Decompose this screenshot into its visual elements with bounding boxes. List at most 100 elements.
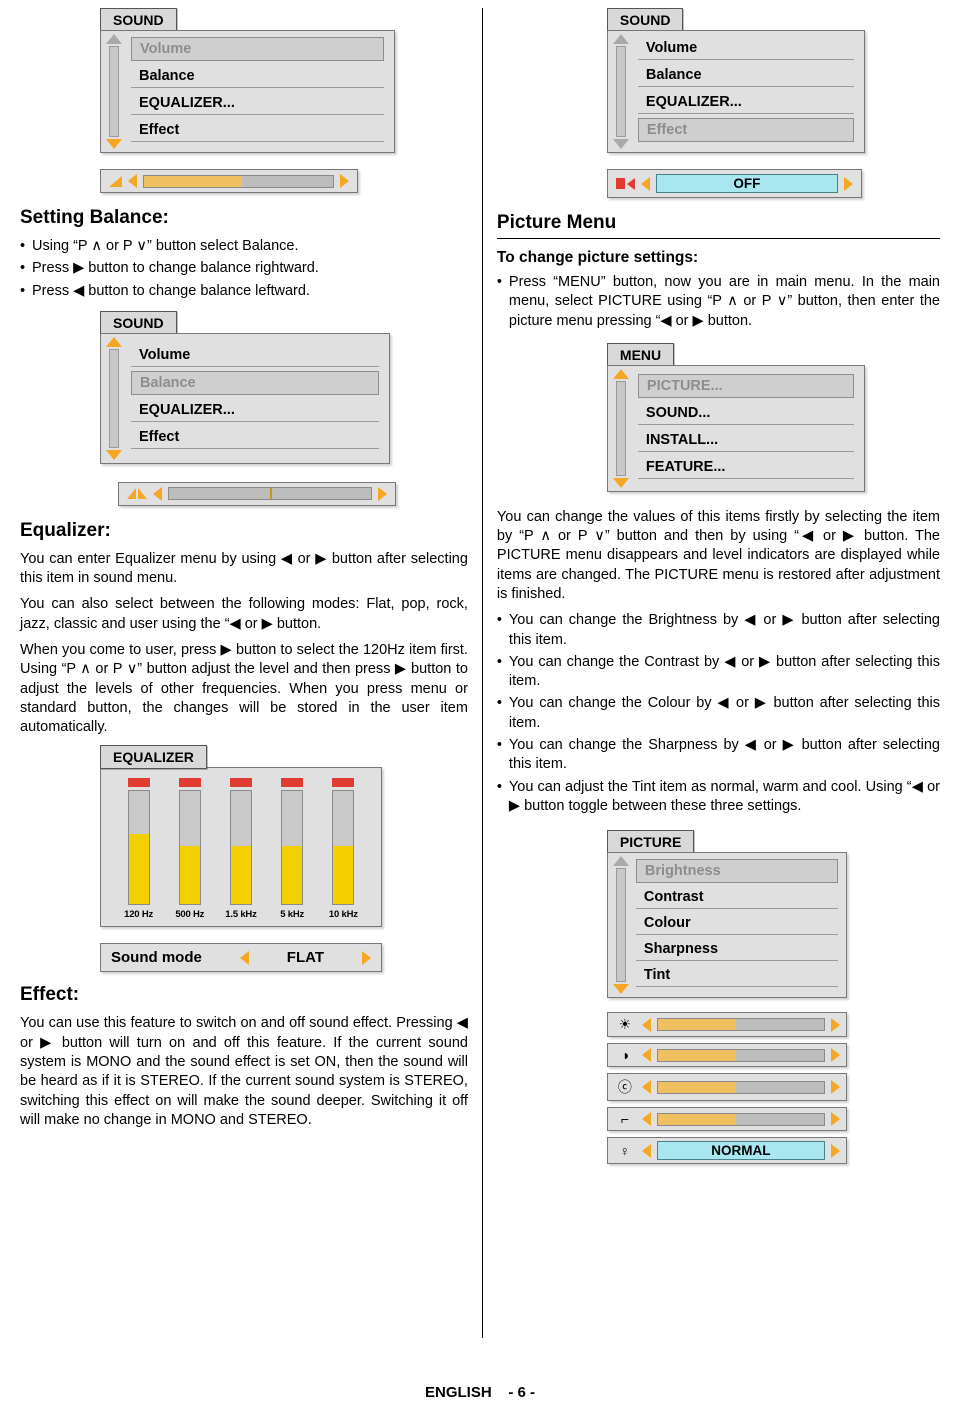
right-arrow-icon-c[interactable] — [830, 1048, 840, 1063]
scroll-down-icon[interactable] — [106, 139, 122, 149]
scroll-up-icon-2[interactable] — [106, 336, 122, 347]
scroll-track[interactable] — [109, 46, 119, 137]
osd-tab-equalizer: EQUALIZER — [100, 745, 207, 770]
sound-mode-left-arrow-icon[interactable] — [239, 950, 249, 965]
colour-slider-row[interactable]: ⓒ — [606, 1073, 847, 1102]
right-arrow-icon-2[interactable] — [378, 486, 387, 501]
balance-slider-row[interactable] — [118, 481, 396, 506]
osd-item-install[interactable]: INSTALL... — [637, 429, 854, 452]
osd-item-contrast[interactable]: Contrast — [635, 886, 838, 910]
sharpness-gauge[interactable] — [656, 1112, 825, 1126]
right-arrow-icon-t[interactable] — [830, 1143, 840, 1158]
colour-gauge[interactable] — [656, 1080, 825, 1094]
scroll-up-icon-4[interactable] — [612, 368, 629, 379]
picture-bullet-0: You can change the Brightness by ◀ or ▶ … — [497, 611, 940, 650]
brightness-gauge[interactable] — [656, 1018, 825, 1032]
osd-item-balance-2[interactable]: Balance — [131, 370, 379, 395]
sharpness-slider-row[interactable]: ⌐ — [606, 1107, 847, 1132]
sound-mode-value: FLAT — [286, 949, 325, 967]
eq-band[interactable]: 10 kHz — [321, 778, 365, 920]
osd-item-balance[interactable]: Balance — [131, 65, 384, 88]
right-arrow-icon-b[interactable] — [830, 1017, 840, 1032]
scroll-up-icon-3[interactable] — [612, 34, 629, 44]
right-arrow-icon-s[interactable] — [830, 1112, 840, 1127]
osd-item-equalizer-2[interactable]: EQUALIZER... — [131, 399, 379, 422]
colour-icon: ⓒ — [617, 1079, 632, 1096]
sound-mode-right-arrow-icon[interactable] — [362, 950, 371, 965]
scroll-down-icon-4[interactable] — [612, 477, 629, 488]
osd-item-effect-2[interactable]: Effect — [131, 426, 379, 449]
balance-gauge[interactable] — [168, 487, 372, 501]
scroll-up-icon[interactable] — [106, 34, 122, 44]
scrollbar[interactable] — [101, 31, 127, 152]
scroll-down-icon-5[interactable] — [612, 984, 629, 995]
contrast-slider-row[interactable]: ◑ — [606, 1043, 847, 1068]
tint-value-row[interactable]: ♀ NORMAL — [606, 1137, 847, 1165]
scroll-track-3[interactable] — [615, 46, 626, 137]
footer-page-number: - 6 - — [508, 1384, 536, 1401]
scroll-down-icon-3[interactable] — [612, 139, 629, 149]
scroll-track-4[interactable] — [615, 380, 626, 476]
scrollbar-2[interactable] — [101, 334, 127, 463]
left-arrow-icon-2[interactable] — [153, 486, 162, 501]
eq-band[interactable]: 120 Hz — [117, 778, 161, 920]
volume-gauge[interactable] — [143, 174, 334, 188]
osd-item-colour[interactable]: Colour — [635, 912, 838, 936]
effect-value-row[interactable]: OFF — [606, 169, 862, 198]
eq-band[interactable]: 5 kHz — [270, 778, 314, 920]
eq-cap-icon — [332, 778, 355, 788]
left-arrow-icon-b[interactable] — [641, 1017, 651, 1032]
scrollbar-3[interactable] — [608, 31, 634, 152]
osd-item-equalizer-3[interactable]: EQUALIZER... — [637, 91, 854, 114]
osd-item-balance-3[interactable]: Balance — [637, 64, 854, 87]
picture-bullet-4: You can adjust the Tint item as normal, … — [497, 778, 940, 817]
scroll-track-2[interactable] — [109, 348, 119, 448]
osd-item-tint[interactable]: Tint — [635, 964, 838, 988]
osd-item-effect[interactable]: Effect — [131, 119, 384, 142]
scrollbar-4[interactable] — [608, 366, 634, 491]
left-arrow-icon-c[interactable] — [641, 1048, 651, 1063]
scrollbar-5[interactable] — [608, 853, 634, 997]
right-arrow-icon-co[interactable] — [830, 1080, 840, 1095]
osd-item-picture[interactable]: PICTURE... — [637, 373, 854, 398]
brightness-slider-row[interactable]: ☀ — [606, 1012, 847, 1038]
eq-band[interactable]: 500 Hz — [168, 778, 212, 920]
osd-item-brightness[interactable]: Brightness — [635, 859, 838, 884]
scroll-down-icon-2[interactable] — [106, 449, 122, 460]
osd-item-sharpness[interactable]: Sharpness — [635, 938, 838, 962]
picture-bullet-2: You can change the Colour by ◀ or ▶ butt… — [497, 694, 940, 733]
contrast-gauge[interactable] — [656, 1048, 825, 1062]
osd-item-equalizer[interactable]: EQUALIZER... — [131, 92, 384, 115]
balance-title: Setting Balance: — [20, 207, 169, 228]
eq-track — [127, 790, 150, 906]
eq-band-label: 1.5 kHz — [225, 909, 257, 921]
eq-band[interactable]: 1.5 kHz — [219, 778, 263, 920]
sound-mode-row[interactable]: Sound mode FLAT — [100, 943, 382, 973]
left-arrow-icon-3[interactable] — [640, 176, 650, 191]
osd-item-volume-2[interactable]: Volume — [131, 344, 379, 367]
left-column: SOUND Volume Balance EQUALIZER... Effect — [20, 8, 468, 1338]
scroll-up-icon-5[interactable] — [612, 856, 629, 867]
right-arrow-icon[interactable] — [340, 174, 349, 188]
eq-track — [229, 790, 252, 906]
left-arrow-icon-co[interactable] — [641, 1080, 651, 1095]
picture-sliders: ☀ ◑ ⓒ ⌐ ♀ NORMAL — [606, 1012, 847, 1165]
volume-slider-row[interactable] — [100, 169, 358, 193]
scroll-track-5[interactable] — [615, 868, 626, 983]
page-footer: ENGLISH - 6 - — [0, 1384, 960, 1401]
column-divider — [481, 8, 483, 1338]
equalizer-para-2: When you come to user, press ▶ button to… — [20, 641, 468, 736]
osd-item-volume-3[interactable]: Volume — [637, 37, 854, 60]
left-arrow-icon-t[interactable] — [641, 1143, 651, 1158]
osd-tab-sound-3: SOUND — [606, 8, 684, 32]
osd-item-sound[interactable]: SOUND... — [637, 402, 854, 425]
left-arrow-icon[interactable] — [128, 174, 137, 188]
osd-item-volume[interactable]: Volume — [131, 37, 384, 61]
contrast-icon: ◑ — [620, 1047, 630, 1064]
osd-item-effect-3[interactable]: Effect — [637, 118, 854, 142]
osd-item-feature[interactable]: FEATURE... — [637, 456, 854, 479]
left-arrow-icon-s[interactable] — [641, 1112, 651, 1127]
right-arrow-icon-3[interactable] — [843, 176, 853, 191]
picture-menu-body: You can change the values of this items … — [496, 508, 940, 602]
eq-band-label: 120 Hz — [124, 909, 154, 921]
